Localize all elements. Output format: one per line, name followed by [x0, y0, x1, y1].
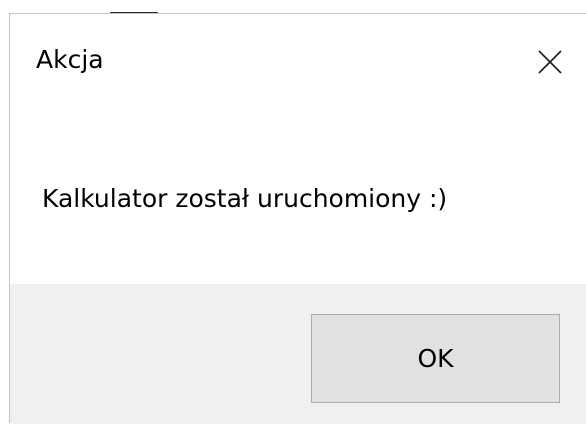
title-bar[interactable]: Akcja: [10, 14, 586, 108]
close-button[interactable]: [524, 34, 580, 90]
dialog-content: Kalkulator został uruchomiony :): [10, 108, 586, 284]
dialog-title: Akcja: [36, 45, 104, 74]
close-icon: [538, 50, 562, 74]
dialog-message: Kalkulator został uruchomiony :): [42, 184, 448, 213]
dialog-footer: OK: [10, 284, 586, 424]
message-dialog: Akcja Kalkulator został uruchomiony :) O…: [9, 13, 586, 424]
ok-button[interactable]: OK: [311, 314, 560, 403]
